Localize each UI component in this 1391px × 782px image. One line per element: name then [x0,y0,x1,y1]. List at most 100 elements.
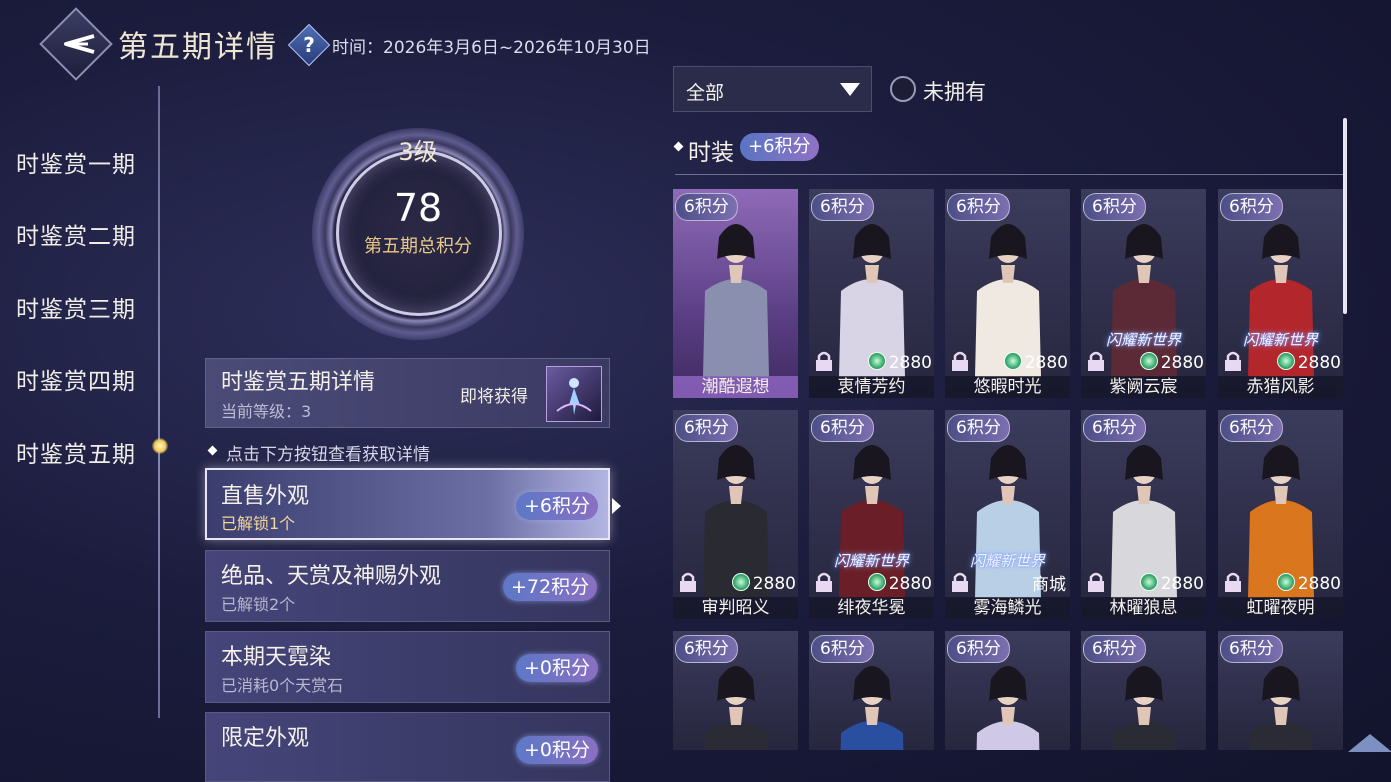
price-value: 2880 [888,353,932,373]
costume-card[interactable]: 6积分 2880 衷情芳约 [809,189,934,398]
price-tag: 2880 [731,573,796,595]
unowned-only-label[interactable]: 未拥有 [923,76,986,106]
costume-name: 悠暇时光 [945,376,1070,398]
nav-item-period-2[interactable]: 时鉴赏二期 [16,217,136,251]
hint-text: 点击下方按钮查看获取详情 [226,445,430,465]
price-value: 2880 [1297,574,1341,594]
lock-icon [952,351,968,371]
costume-card[interactable]: 6积分 闪耀新世界 2880 绯夜华冕 [809,410,934,619]
costume-figure-icon [976,666,1040,750]
points-badge: 6积分 [811,414,874,442]
reward-figure-icon [556,378,592,415]
section-title: 时装 [688,140,734,166]
price-value: 2880 [1160,353,1204,373]
dropdown-arrow-icon [840,83,860,96]
points-badge: 6积分 [1220,635,1283,663]
costume-figure-icon [1249,666,1313,750]
costume-card[interactable]: 6积分 [809,631,934,750]
jade-coin-icon [867,352,886,370]
nav-item-period-4[interactable]: 时鉴赏四期 [16,362,136,396]
costume-figure-icon [1112,666,1176,750]
section-points-pill: +6积分 [740,133,819,161]
category-title: 本期天霓染 [221,645,332,670]
points-badge: 6积分 [811,635,874,663]
section-divider [675,174,1343,175]
costume-name: 潮酷遐想 [673,376,798,398]
price-tag: 2880 [1003,352,1068,374]
lock-icon [1225,572,1241,592]
costume-card[interactable]: 6积分 [1218,631,1343,750]
lock-icon [952,572,968,592]
costume-card[interactable]: 6积分 2880 审判昭义 [673,410,798,619]
category-subtitle: 已解锁2个 [221,595,296,614]
lock-icon [1088,572,1104,592]
jade-coin-icon [1276,573,1295,591]
costume-name: 林曜狼息 [1081,597,1206,619]
help-question-mark: ? [303,33,315,57]
event-tag: 闪耀新世界 [1105,331,1181,349]
price-value: 2880 [1297,353,1341,373]
points-badge: 6积分 [1083,414,1146,442]
coming-reward-thumbnail[interactable] [546,366,602,422]
costume-card[interactable]: 6积分闪耀新世界商城 雾海鳞光 [945,410,1070,619]
points-badge: 6积分 [1083,635,1146,663]
price-value: 2880 [888,574,932,594]
costume-name: 紫阙云宸 [1081,376,1206,398]
costume-card[interactable]: 6积分 [1081,631,1206,750]
price-tag: 2880 [1276,352,1341,374]
costume-card[interactable]: 6积分 闪耀新世界 2880 赤猎风影 [1218,189,1343,398]
jade-coin-icon [1139,573,1158,591]
category-subtitle: 已消耗0个天赏石 [221,676,344,695]
costume-figure-icon [704,666,768,750]
costume-card[interactable]: 6积分 2880 悠暇时光 [945,189,1070,398]
category-title: 绝品、天赏及神赐外观 [221,564,442,589]
total-score-value: 78 [393,186,443,230]
price-tag: 2880 [867,573,932,595]
price-value: 2880 [1024,353,1068,373]
level-text: 3级 [398,138,438,166]
costume-card[interactable]: 6积分 [945,631,1070,750]
unowned-only-radio[interactable] [890,76,916,102]
nav-item-period-3[interactable]: 时鉴赏三期 [16,290,136,324]
costume-name: 虹曜夜明 [1218,597,1343,619]
category-points-pill: +6积分 [516,492,599,520]
costume-card[interactable]: 6积分 2880 虹曜夜明 [1218,410,1343,619]
points-badge: 6积分 [1220,193,1283,221]
points-badge: 6积分 [811,193,874,221]
lock-icon [680,572,696,592]
shop-label: 商城 [1032,575,1066,595]
category-title: 直售外观 [221,484,310,509]
price-value: 2880 [752,574,796,594]
price-tag: 2880 [1139,352,1204,374]
page-title: 第五期详情 [118,30,278,65]
nav-item-period-5[interactable]: 时鉴赏五期 [16,435,136,469]
costume-figure-icon [840,666,904,750]
points-badge: 6积分 [675,635,738,663]
section-diamond-icon [673,141,684,152]
jade-coin-icon [867,573,886,591]
category-points-pill: +0积分 [516,736,599,764]
category-points-pill: +72积分 [503,573,598,601]
costume-card[interactable]: 6积分 2880 林曜狼息 [1081,410,1206,619]
event-tag: 闪耀新世界 [1242,331,1318,349]
price-value: 2880 [1160,574,1204,594]
current-level-text: 当前等级：3 [221,402,312,421]
period-detail-title: 时鉴赏五期详情 [221,370,376,395]
lock-icon [816,351,832,371]
corner-decoration-icon [1348,734,1391,752]
costume-name: 雾海鳞光 [945,597,1070,619]
hint-diamond-icon [207,445,218,456]
points-badge: 6积分 [947,414,1010,442]
points-badge: 6积分 [675,193,738,221]
costume-name: 审判昭义 [673,597,798,619]
event-tag: 闪耀新世界 [969,552,1045,570]
costume-card[interactable]: 6积分 [673,631,798,750]
jade-coin-icon [1139,352,1158,370]
costume-card[interactable]: 6积分潮酷遐想 [673,189,798,398]
points-badge: 6积分 [675,414,738,442]
scrollbar-thumb[interactable] [1343,118,1347,314]
event-time-label: 时间：2026年3月6日~2026年10月30日 [332,38,651,58]
nav-item-period-1[interactable]: 时鉴赏一期 [16,145,136,179]
costume-card[interactable]: 6积分 闪耀新世界 2880 紫阙云宸 [1081,189,1206,398]
costume-figure-icon [703,224,769,377]
